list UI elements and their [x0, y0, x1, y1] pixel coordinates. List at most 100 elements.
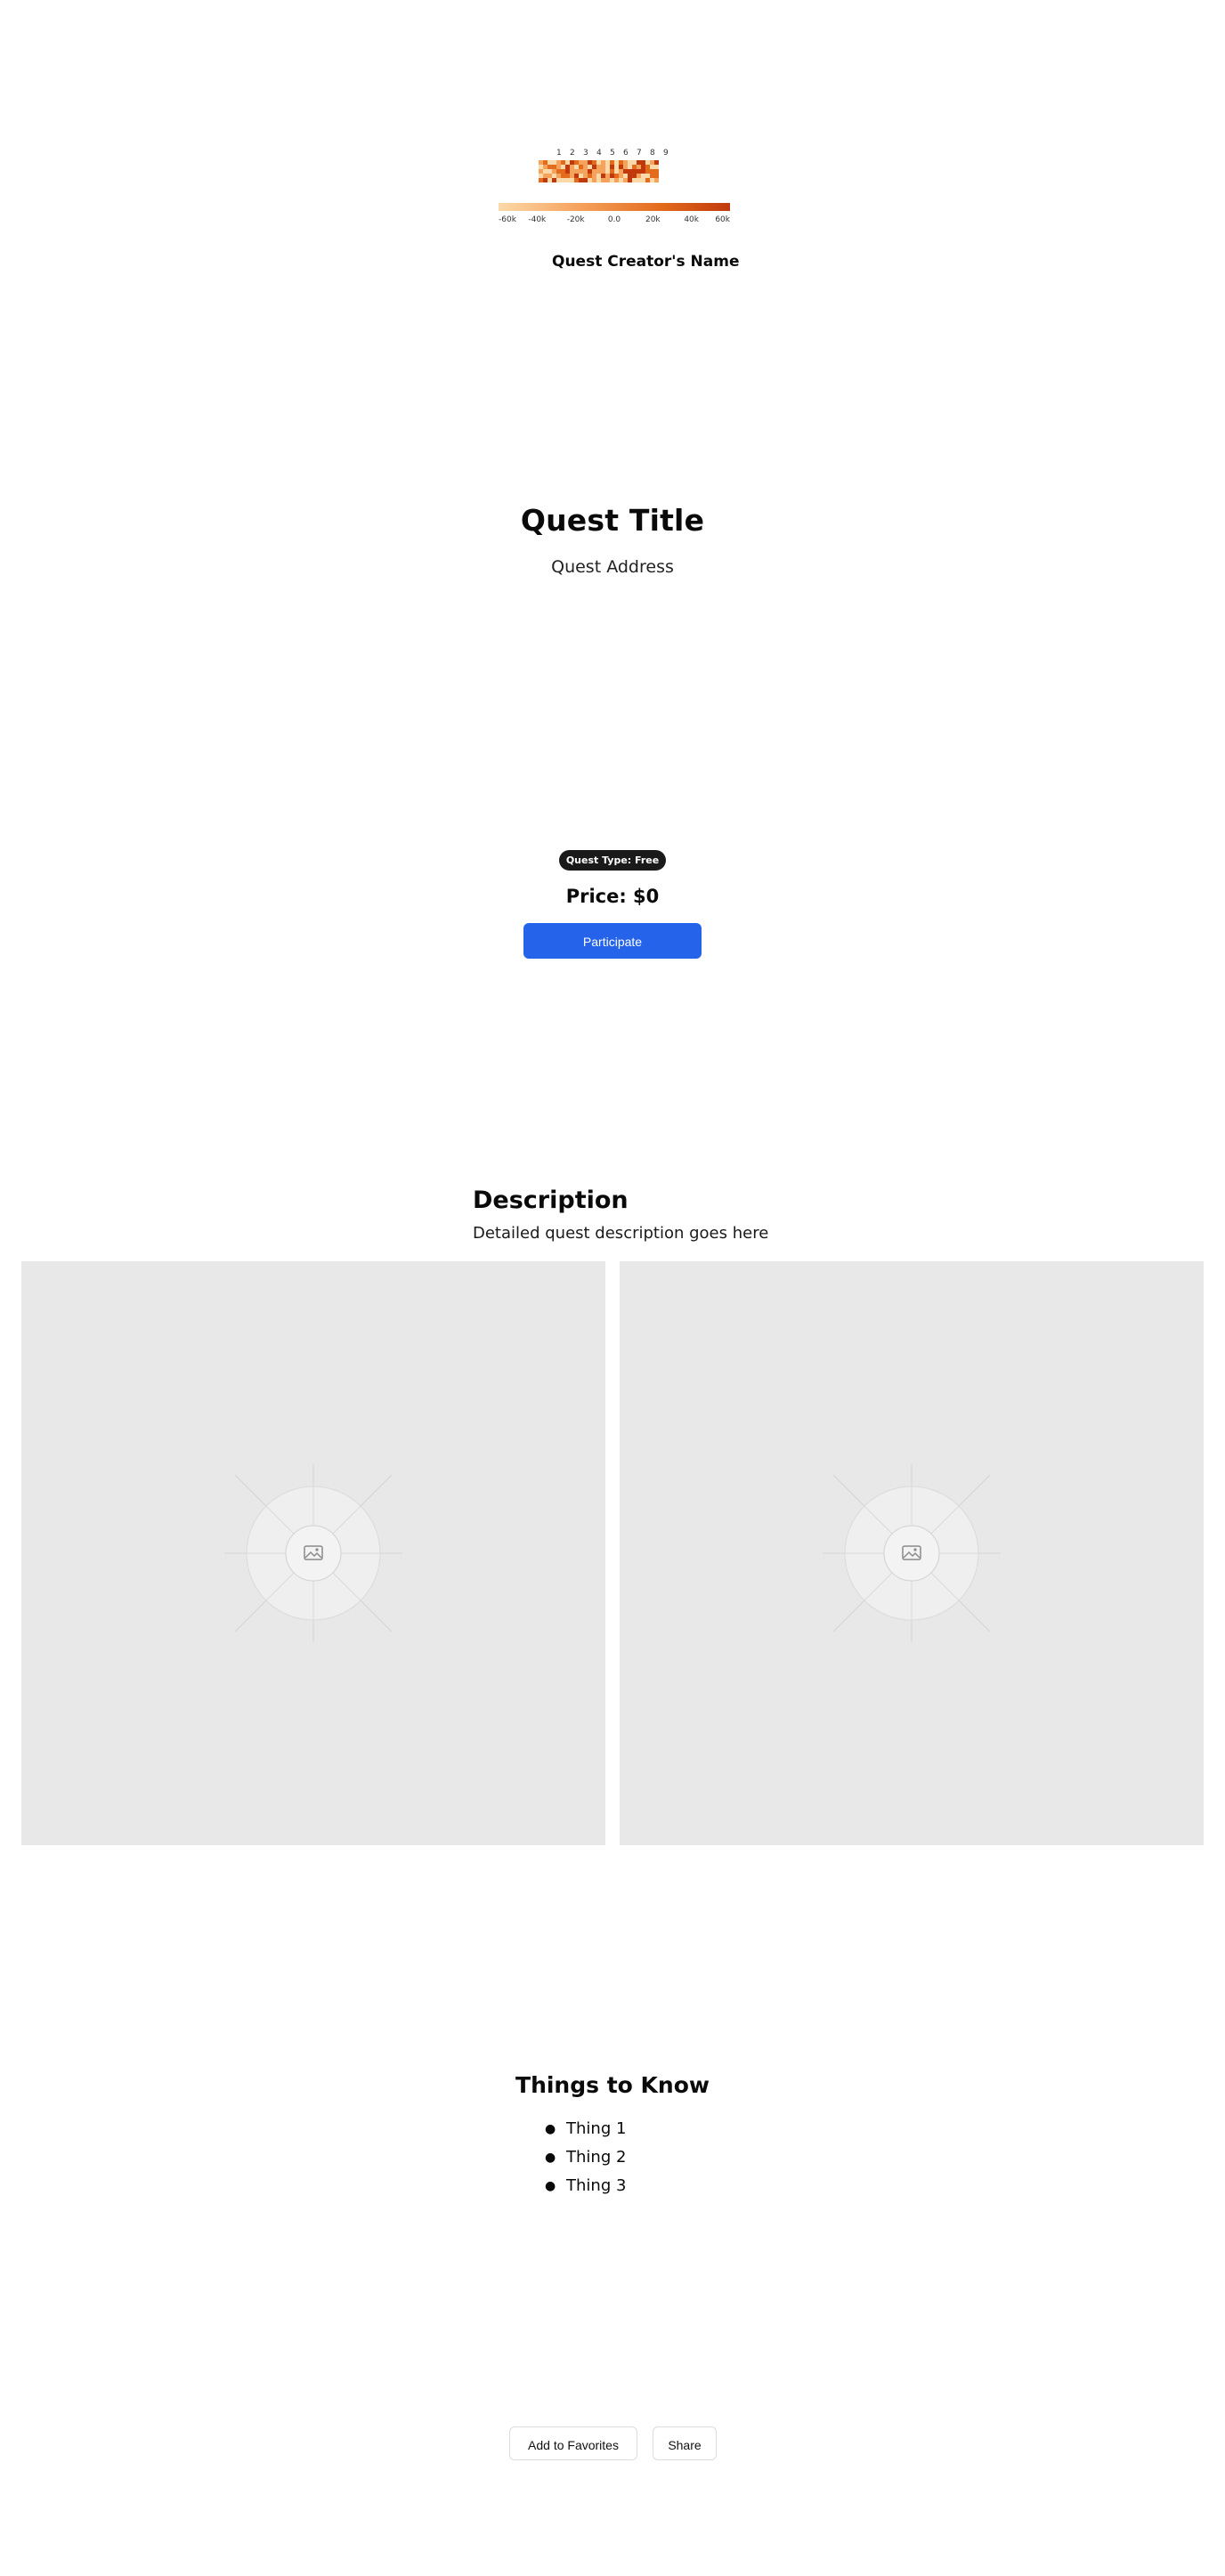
avatar-cell — [596, 160, 601, 165]
avatar-cell — [583, 178, 588, 182]
share-button[interactable]: Share — [653, 2426, 717, 2460]
things-to-know-list: ● Thing 1 ● Thing 2 ● Thing 3 — [545, 2115, 626, 2200]
avatar-cell — [614, 169, 619, 174]
avatar-cell — [574, 165, 579, 169]
avatar-cell — [623, 160, 628, 165]
avatar-cell — [601, 178, 605, 182]
list-item: ● Thing 2 — [545, 2143, 626, 2172]
avatar-cell — [565, 169, 570, 174]
avatar-cell — [614, 160, 619, 165]
avatar-cell — [543, 178, 548, 182]
quest-image — [620, 1261, 1204, 1845]
quest-address: Quest Address — [551, 557, 674, 577]
bullet-icon: ● — [545, 2179, 556, 2193]
avatar-column-label: 3 — [583, 149, 588, 158]
avatar-cell — [556, 178, 561, 182]
avatar-cell — [592, 178, 596, 182]
avatar-cell — [654, 178, 659, 182]
avatar-cell — [610, 178, 614, 182]
avatar-cell — [650, 160, 654, 165]
avatar-cell — [619, 174, 623, 178]
avatar-cell — [579, 169, 583, 174]
avatar-cell — [601, 165, 605, 169]
colorbar-tick-label: 20k — [645, 215, 661, 224]
avatar-cell — [605, 178, 610, 182]
avatar-cell — [543, 169, 548, 174]
avatar-cell — [628, 178, 632, 182]
avatar-cell — [556, 165, 561, 169]
quest-price: Price: $0 — [565, 886, 660, 907]
avatar-cell — [574, 178, 579, 182]
avatar-cell — [619, 165, 623, 169]
quest-image — [21, 1261, 605, 1845]
avatar-cell — [574, 169, 579, 174]
avatar-column-label: 7 — [637, 149, 642, 158]
avatar-cell — [556, 160, 561, 165]
avatar-cell — [570, 165, 574, 169]
avatar-cell — [539, 178, 543, 182]
avatar-cell — [592, 165, 596, 169]
avatar-cell — [641, 174, 645, 178]
avatar-cell — [583, 165, 588, 169]
avatar-cell — [614, 165, 619, 169]
creator-avatar: 123456789 -60k -40k -20k 0.0 20k 40k 60k — [499, 146, 731, 228]
avatar-cell — [592, 174, 596, 178]
avatar-cell — [623, 165, 628, 169]
avatar-cell — [588, 174, 592, 178]
avatar-cell — [583, 160, 588, 165]
colorbar-tick-label: -40k — [528, 215, 547, 224]
colorbar-tick-label: -60k — [499, 215, 517, 224]
avatar-cell — [632, 169, 637, 174]
description-text: Detailed quest description goes here — [473, 1224, 769, 1243]
avatar-cell — [543, 160, 548, 165]
avatar-cell — [592, 160, 596, 165]
avatar-cell — [601, 160, 605, 165]
avatar-cell — [619, 178, 623, 182]
avatar-cell — [548, 169, 552, 174]
avatar-cell — [583, 174, 588, 178]
avatar-cell — [605, 174, 610, 178]
avatar-cell — [632, 165, 637, 169]
avatar-column-label: 2 — [570, 149, 575, 158]
avatar-cell — [645, 178, 650, 182]
avatar-cell — [561, 165, 565, 169]
avatar-cell — [596, 169, 601, 174]
avatar-cell — [645, 169, 650, 174]
avatar-cell — [579, 178, 583, 182]
avatar-cell — [579, 160, 583, 165]
add-to-favorites-button[interactable]: Add to Favorites — [509, 2426, 637, 2460]
avatar-cell — [552, 160, 556, 165]
creator-name: Quest Creator's Name — [552, 253, 740, 271]
avatar-cell — [623, 174, 628, 178]
avatar-cell — [654, 169, 659, 174]
avatar-cell — [543, 165, 548, 169]
avatar-cell — [588, 165, 592, 169]
avatar-cell — [637, 178, 641, 182]
colorbar-tick-label: 60k — [715, 215, 730, 224]
avatar-cell — [637, 165, 641, 169]
avatar-cell — [623, 178, 628, 182]
avatar-cell — [556, 169, 561, 174]
avatar-cell — [610, 174, 614, 178]
avatar-cell — [596, 165, 601, 169]
avatar-cell — [632, 160, 637, 165]
avatar-cell — [641, 169, 645, 174]
avatar-cell — [637, 160, 641, 165]
avatar-cell — [548, 174, 552, 178]
avatar-cell — [579, 174, 583, 178]
avatar-cell — [610, 165, 614, 169]
colorbar-tick-label: -20k — [567, 215, 586, 224]
participate-button[interactable]: Participate — [523, 923, 702, 959]
avatar-cell — [650, 178, 654, 182]
avatar-cell — [565, 160, 570, 165]
avatar-cell — [579, 165, 583, 169]
avatar-cell — [552, 165, 556, 169]
avatar-cell — [561, 178, 565, 182]
avatar-cell — [601, 169, 605, 174]
avatar-cell — [650, 169, 654, 174]
avatar-cell — [570, 174, 574, 178]
avatar-column-label: 1 — [556, 149, 562, 158]
colorbar-tick-label: 40k — [684, 215, 699, 224]
avatar-cell — [650, 165, 654, 169]
avatar-cell — [610, 160, 614, 165]
